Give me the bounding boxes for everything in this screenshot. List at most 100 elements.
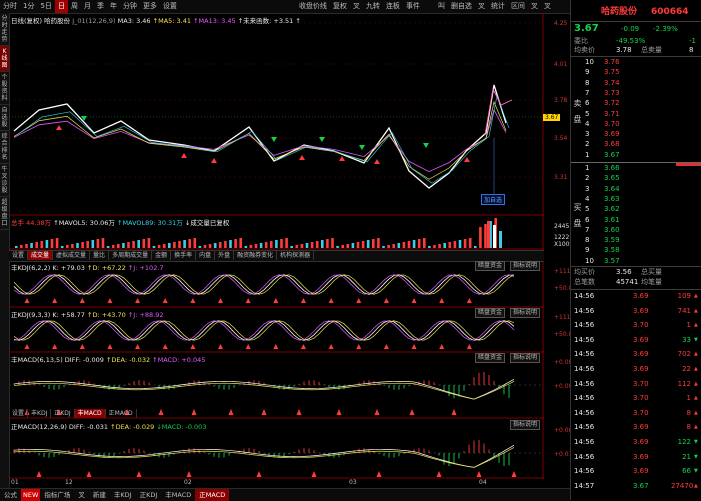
indicator-tab-3[interactable]: 丰MACD	[74, 409, 106, 418]
buy-level-5: 5 3.62	[571, 205, 701, 214]
toolbar-mid-4[interactable]: 连板	[383, 0, 403, 13]
sell-level-10: 10 3.76	[571, 58, 701, 67]
subtab-10[interactable]: 机构探测器	[277, 251, 315, 260]
toolbar-mid-3[interactable]: 九转	[363, 0, 383, 13]
status-item-4[interactable]: 新建	[89, 489, 110, 501]
kdj2-j: ↑J: +88.92	[127, 311, 164, 319]
buy-signal-icon	[135, 344, 141, 349]
status-item-2[interactable]: 指标广场	[40, 489, 74, 501]
price-change: -0.09	[621, 25, 640, 33]
toolbar-right-4[interactable]: 区间	[508, 0, 528, 13]
toolbar-mid-2[interactable]: 叉	[350, 0, 363, 13]
status-item-3[interactable]: 叉	[74, 489, 89, 501]
buy-signal-icon	[439, 344, 445, 349]
macd1-help-button[interactable]: 指标说明	[510, 353, 541, 363]
toolbar-mid-5[interactable]: 事件	[403, 0, 423, 13]
period-tab-9[interactable]: 更多	[140, 0, 160, 13]
book-level: 2	[585, 140, 590, 149]
toolbar-mid-1[interactable]: 复权	[330, 0, 350, 13]
macd1-dark-fund-button[interactable]: 暗盘资金	[475, 353, 506, 363]
status-item-1[interactable]: NEW	[21, 489, 41, 501]
volume-bar	[168, 243, 171, 248]
arrow-down-icon: ▼	[694, 453, 698, 460]
indicator-tab-4[interactable]: 正MACD	[106, 409, 137, 418]
subtab-1[interactable]: 成交量	[28, 251, 54, 260]
kdj1-dark-fund-button[interactable]: 暗盘资金	[475, 261, 506, 271]
status-item-6[interactable]: 正KDJ	[136, 489, 162, 501]
buy-signal-icon	[190, 344, 196, 349]
period-tab-1[interactable]: 1分	[20, 0, 37, 13]
subtab-0[interactable]: 设置	[9, 251, 29, 260]
period-tab-10[interactable]: 设置	[160, 0, 180, 13]
volume-bar	[15, 246, 18, 248]
indicator-tab-0[interactable]: 设置	[9, 409, 29, 418]
arrow-up-icon: ▲	[694, 351, 698, 358]
vtab-0[interactable]: 分时走势	[0, 13, 9, 46]
vtab-2[interactable]: 个股资料	[0, 72, 9, 105]
period-tab-7[interactable]: 年	[107, 0, 120, 13]
vtab-6[interactable]: 超级盘口	[0, 197, 9, 230]
period-tab-3[interactable]: 日	[54, 0, 68, 13]
kline-ma3: MA3: 3.46	[117, 17, 151, 25]
toolbar-right-6[interactable]: 叉	[541, 0, 554, 13]
buy-signal-icon	[356, 298, 362, 303]
trade-time: 14:56	[574, 452, 595, 461]
toolbar-right-1[interactable]: 删自选	[448, 0, 475, 13]
trade-row: 14:56 3.69 8 ▲	[571, 423, 701, 432]
period-tab-4[interactable]: 周	[68, 0, 81, 13]
buy-signal-icon	[476, 471, 482, 477]
subtab-8[interactable]: 外盘	[215, 251, 235, 260]
macd2-help-button[interactable]: 指标说明	[510, 420, 541, 430]
period-tab-8[interactable]: 分钟	[120, 0, 140, 13]
toolbar-mid-0[interactable]: 收盘价线	[296, 0, 330, 13]
toolbar-right-0[interactable]: 叫	[435, 0, 448, 13]
status-item-0[interactable]: 公式	[0, 489, 21, 501]
buy-signal-icon	[273, 298, 279, 303]
period-tab-5[interactable]: 月	[81, 0, 94, 13]
kdj1-help-button[interactable]: 指标说明	[510, 261, 541, 271]
period-tab-6[interactable]: 季	[94, 0, 107, 13]
toolbar-right-3[interactable]: 统计	[488, 0, 508, 13]
price-scale-2: 4.01	[554, 61, 568, 68]
vtab-1[interactable]: K线图	[0, 46, 9, 72]
volume-bar	[351, 243, 355, 248]
kdj2-dark-fund-button[interactable]: 暗盘资金	[475, 308, 506, 318]
kdj2-help-button[interactable]: 指标说明	[510, 308, 541, 318]
indicator-tab-1[interactable]: 丰KDJ	[28, 409, 52, 418]
vtab-3[interactable]: 自选股	[0, 105, 9, 131]
buy-signal-icon	[300, 298, 306, 303]
status-item-8[interactable]: 正MACD	[195, 489, 230, 501]
status-item-5[interactable]: 丰KDJ	[110, 489, 136, 501]
subtab-3[interactable]: 量比	[90, 251, 110, 260]
buy-signal-icon	[511, 471, 517, 477]
vtab-5[interactable]: 牛叉诊股	[0, 164, 9, 197]
buy-signal-icon	[376, 471, 382, 477]
buy-signal-icon	[411, 298, 417, 303]
volume-bar	[40, 241, 44, 248]
book-price: 3.57	[604, 256, 620, 265]
toolbar-right-2[interactable]: 叉	[475, 0, 488, 13]
indicator-tab-2[interactable]: 正KDJ	[51, 409, 75, 418]
subtab-2[interactable]: 虚拟成交量	[53, 251, 91, 260]
period-tab-2[interactable]: 5日	[37, 0, 54, 13]
volume-bar	[86, 241, 89, 248]
vtab-4[interactable]: 综合排名	[0, 131, 9, 164]
trade-row: 14:56 3.69 702 ▲	[571, 350, 701, 359]
add-watch-tag[interactable]: 加自选	[481, 194, 506, 205]
toolbar-right-5[interactable]: 叉	[528, 0, 541, 13]
subtab-4[interactable]: 多周期成交量	[109, 251, 153, 260]
trade-volume: 33	[682, 335, 691, 344]
arrow-down-icon: ▼	[694, 468, 698, 475]
subtab-9[interactable]: 融资融券变化	[234, 251, 278, 260]
subtab-7[interactable]: 内盘	[196, 251, 216, 260]
trade-volume: 1	[686, 394, 691, 403]
status-item-7[interactable]: 丰MACD	[161, 489, 195, 501]
book-price: 3.66	[604, 164, 620, 172]
trade-volume: 66	[682, 467, 691, 476]
subtab-5[interactable]: 金额	[152, 251, 172, 260]
chart-area[interactable]: 日线(复权) 哈药股份 J_01(12,26,9) MA3: 3.46 ↑MA5…	[9, 13, 576, 488]
volume-bar	[55, 238, 59, 248]
book-price: 3.68	[604, 140, 620, 149]
subtab-6[interactable]: 换手率	[171, 251, 197, 260]
period-tab-0[interactable]: 分时	[0, 0, 20, 13]
